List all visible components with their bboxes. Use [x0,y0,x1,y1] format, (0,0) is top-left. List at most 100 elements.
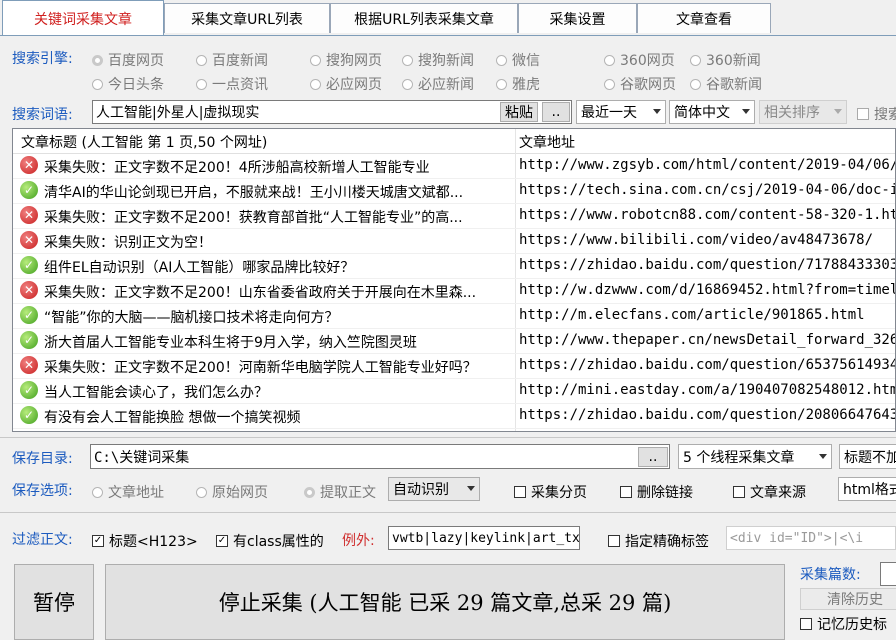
article-table[interactable]: 文章标题 (人工智能 第 1 页,50 个网址) 文章地址 ✕ 采集失败：正文字数… [12,128,896,432]
stop-collect-button[interactable]: 停止采集 (人工智能 已采 29 篇文章,总采 29 篇) [105,564,785,640]
row-title: 采集失败：识别正文为空！ [44,235,212,251]
radio-icon [690,54,701,66]
engine-option[interactable]: 搜狗新闻 [402,50,474,70]
radio-extract-body[interactable]: 提取正文 [304,482,376,502]
engine-option[interactable]: 谷歌新闻 [690,74,762,94]
row-title: 采集失败：正文字数不足200！河南新华电脑学院人工智能专业好吗？ [44,360,477,376]
table-row[interactable]: ✓ “智能”你的大脑——脑机接口技术将走向何方？ http://m.elecfans… [13,303,895,329]
table-row[interactable]: ✕ 采集失败：正文字数不足200！4所涉船高校新增人工智能专业 http://www… [13,153,895,179]
radio-original-page[interactable]: 原始网页 [196,482,268,502]
success-icon: ✓ [20,331,38,349]
engine-option-label: 雅虎 [512,77,540,93]
tab-url-list[interactable]: 采集文章URL列表 [164,3,330,33]
engine-option-label: 百度网页 [108,53,164,69]
count-input[interactable] [880,562,896,586]
radio-icon [402,54,413,66]
table-header: 文章标题 (人工智能 第 1 页,50 个网址) 文章地址 [13,129,895,154]
title-tags-checkbox[interactable]: 标题<H123> [92,531,198,551]
paging-checkbox[interactable]: 采集分页 [514,482,587,502]
article-source-checkbox[interactable]: 文章来源 [733,482,806,502]
keywords-label: 搜索词语: [12,107,73,123]
except-label: 例外: [342,533,375,549]
precise-tag-checkbox[interactable]: 指定精确标签 [608,531,709,551]
engine-option[interactable]: 360新闻 [690,50,761,70]
row-title: “智能”你的大脑——脑机接口技术将走向何方？ [44,310,339,326]
title-option-select[interactable]: 标题不加 [839,444,896,469]
table-row[interactable]: ✕ 采集失败：正文字数不足200！山东省委省政府关于开展向在木里森... http:… [13,278,895,304]
divider [0,512,896,513]
radio-icon [310,54,321,66]
radio-icon [496,78,507,90]
radio-icon [604,78,615,90]
remember-history-checkbox[interactable]: 记忆历史标 [800,614,887,634]
table-row[interactable]: ✕ 采集失败：正文字数不足200！获教育部首批“人工智能专业”的高... https… [13,203,895,229]
threads-select[interactable]: 5 个线程采集文章 [678,444,832,469]
save-dir-browse-button[interactable]: .. [638,447,668,467]
error-icon: ✕ [20,356,38,374]
tab-settings[interactable]: 采集设置 [518,3,637,33]
engine-option[interactable]: 百度新闻 [196,50,268,70]
extract-mode-select[interactable]: 自动识别 [388,477,480,501]
table-row[interactable]: ✓ 清华AI的华山论剑现已开启，不服就来战！王小川楼天城唐文斌都... https:… [13,178,895,204]
engine-option[interactable]: 必应新闻 [402,74,474,94]
engine-option[interactable]: 谷歌网页 [604,74,676,94]
tab-article-view[interactable]: 文章查看 [637,3,771,33]
engine-option-label: 谷歌网页 [620,77,676,93]
engine-option-label: 搜狗新闻 [418,53,474,69]
engine-option[interactable]: 微信 [496,50,540,70]
error-icon: ✕ [20,231,38,249]
delete-links-checkbox[interactable]: 删除链接 [620,482,693,502]
language-select[interactable]: 简体中文 [669,100,755,124]
success-icon: ✓ [20,256,38,274]
row-title: 采集失败：正文字数不足200！山东省委省政府关于开展向在木里森... [44,285,477,301]
engine-option[interactable]: 360网页 [604,50,675,70]
count-label: 采集篇数: [800,567,861,583]
keywords-browse-button[interactable]: .. [542,102,570,122]
engine-option[interactable]: 百度网页 [92,50,164,70]
success-icon: ✓ [20,181,38,199]
success-icon: ✓ [20,306,38,324]
filter-label: 过滤正文: [12,532,73,548]
row-title: 清华AI的华山论剑现已开启，不服就来战！王小川楼天城唐文斌都... [44,185,464,201]
radio-icon [604,54,615,66]
table-row[interactable]: ✕ 采集失败：识别正文为空！ https://www.bilibili.com/vi… [13,228,895,254]
engine-option[interactable]: 雅虎 [496,74,540,94]
pause-button[interactable]: 暂停 [14,564,94,640]
engine-option-label: 今日头条 [108,77,164,93]
engine-option[interactable]: 必应网页 [310,74,382,94]
engine-option-label: 必应新闻 [418,77,474,93]
table-row[interactable]: ✓ 组件EL自动识别（AI人工智能）哪家品牌比较好？ https://zhidao.… [13,253,895,279]
table-row[interactable]: ✓ 当人工智能会读心了，我们怎么办？ http://mini.eastday.com… [13,378,895,404]
engine-option[interactable]: 搜狗网页 [310,50,382,70]
search-checkbox[interactable]: 搜索 [857,104,896,124]
row-url: http://m.elecfans.com/article/901865.htm… [519,307,865,323]
col-title-header[interactable]: 文章标题 (人工智能 第 1 页,50 个网址) [21,132,267,152]
engine-option-label: 必应网页 [326,77,382,93]
precise-tag-input[interactable]: <div id="ID">|<\i [726,526,896,550]
clear-history-button[interactable]: 清除历史 [800,588,896,610]
save-dir-input[interactable]: C:\关键词采集 [90,444,670,469]
radio-icon [196,54,207,66]
row-url: http://www.zgsyb.com/html/content/2019-0… [519,157,896,173]
table-row[interactable]: ✓ 浙大首届人工智能专业本科生将于9月入学，纳入竺院图灵班 http://www.t… [13,328,895,354]
sort-select[interactable]: 相关排序 [759,100,847,124]
error-icon: ✕ [20,156,38,174]
tab-collect-by-url[interactable]: 根据URL列表采集文章 [330,3,518,33]
col-url-header[interactable]: 文章地址 [519,132,575,152]
success-icon: ✓ [20,406,38,424]
radio-article-url[interactable]: 文章地址 [92,482,164,502]
row-url: https://zhidao.baidu.com/question/717884… [519,257,896,273]
engine-option[interactable]: 今日头条 [92,74,164,94]
engine-option[interactable]: 一点资讯 [196,74,268,94]
row-url: http://mini.eastday.com/a/19040708254801… [519,382,896,398]
class-attr-checkbox[interactable]: 有class属性的 [216,531,324,551]
time-range-select[interactable]: 最近一天 [576,100,666,124]
row-url: https://www.bilibili.com/video/av4847367… [519,232,874,248]
tab-keyword-collect[interactable]: 关键词采集文章 [2,0,164,36]
html-format-select[interactable]: html格式 [838,477,896,501]
row-url: http://www.thepaper.cn/newsDetail_forwar… [519,332,896,348]
table-row[interactable]: ✓ 有没有会人工智能换脸 想做一个搞笑视频 https://zhidao.baidu… [13,403,895,429]
paste-button[interactable]: 粘贴 [500,102,538,122]
table-row[interactable]: ✕ 采集失败：正文字数不足200！河南新华电脑学院人工智能专业好吗？ https:/… [13,353,895,379]
except-input[interactable]: vwtb|lazy|keylink|art_tx [388,526,580,550]
